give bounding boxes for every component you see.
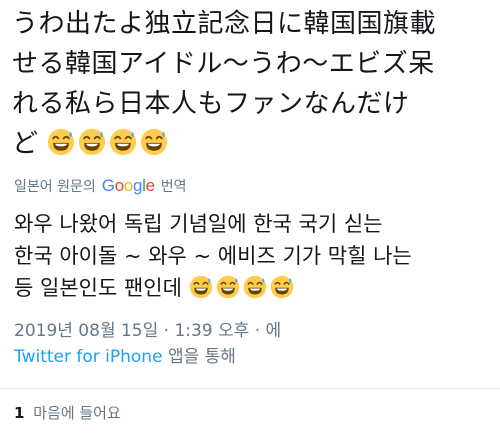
tweet-source-link[interactable]: Twitter for iPhone [14,347,163,367]
translated-text-line: 와우 나왔어 독립 기념일에 한국 국기 싣는 [14,212,383,236]
grinning-face-with-sweat-icon [140,128,168,156]
translated-text-fragment: 등 일본인도 팬인데 [14,276,182,300]
grinning-face-with-sweat-icon [189,275,213,299]
translate-label-prefix: 일본어 원문의 [14,179,96,195]
google-logo-letter: o [123,176,133,195]
grinning-face-with-sweat-icon [216,275,240,299]
emoji-group [189,275,294,299]
google-logo-letter: g [132,176,143,195]
grinning-face-with-sweat-icon [47,128,75,156]
likes-count: 1 [14,404,25,422]
grinning-face-with-sweat-icon [78,128,106,156]
emoji-group [47,128,168,156]
likes-stat[interactable]: 1 마음에 들어요 [14,402,121,423]
tweet-source-line: Twitter for iPhone 앱을 통해 [14,344,281,370]
google-logo: Google [102,176,155,196]
google-logo-letter: e [145,176,155,195]
tweet-text-line: せる韓国アイドル〜うわ〜エビズ呆 [12,49,435,79]
likes-label: 마음에 들어요 [33,404,121,422]
tweet-text-line-with-emoji: ど [12,124,492,164]
grinning-face-with-sweat-icon [243,275,267,299]
tweet-translated-text: 와우 나왔어 독립 기념일에 한국 국기 싣는 한국 아이돌 ~ 와우 ~ 에비… [14,208,494,304]
tweet-meta: 2019년 08월 15일 · 1:39 오후 · 에 Twitter for … [14,318,281,370]
translated-by-google-label[interactable]: 일본어 원문의 Google 번역 [14,176,187,196]
tweet-text-line: れる私ら日本人もファンなんだけ [12,89,410,119]
translate-label-suffix: 번역 [160,179,187,195]
translated-text-line: 한국 아이돌 ~ 와우 ~ 에비즈 기가 막힐 나는 [14,244,412,268]
grinning-face-with-sweat-icon [109,128,137,156]
tweet-original-text: うわ出たよ独立記念日に韓国国旗載 せる韓国アイドル〜うわ〜エビズ呆 れる私ら日本… [12,4,492,164]
tweet-source-suffix: 앱을 통해 [162,347,236,367]
grinning-face-with-sweat-icon [270,275,294,299]
tweet-detail: うわ出たよ独立記念日に韓国国旗載 せる韓国アイドル〜うわ〜エビズ呆 れる私ら日本… [0,0,500,438]
google-logo-letter: o [114,176,124,195]
google-logo-letter: G [101,176,115,195]
translated-text-line-with-emoji: 등 일본인도 팬인데 [14,272,494,304]
divider [0,388,500,389]
tweet-text-line: うわ出たよ独立記念日に韓国国旗載 [12,9,437,39]
tweet-timestamp[interactable]: 2019년 08월 15일 · 1:39 오후 · 에 [14,318,281,344]
tweet-text-fragment: ど [12,129,39,159]
